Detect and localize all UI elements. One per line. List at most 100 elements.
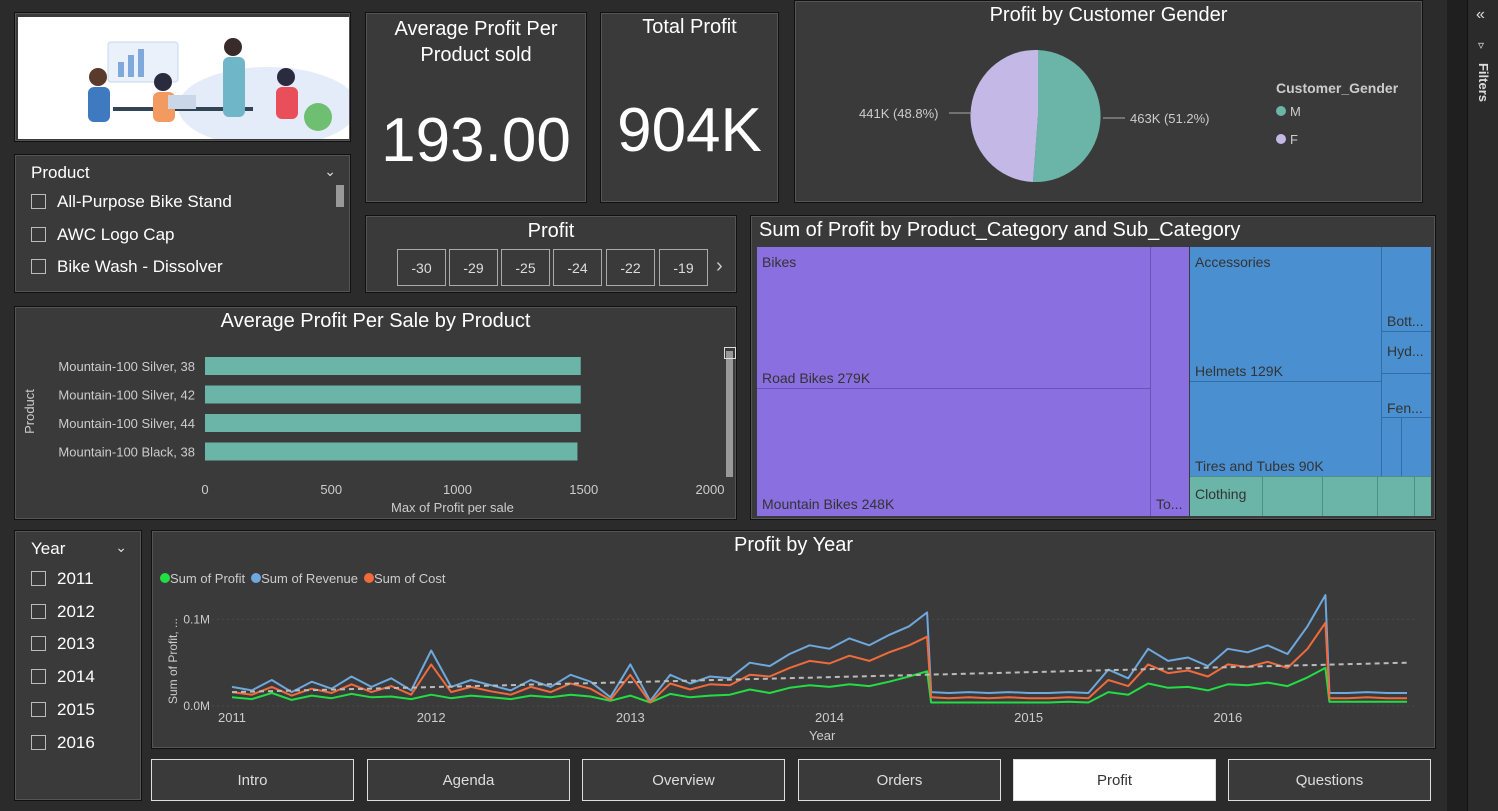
collapse-icon[interactable]: « bbox=[1476, 6, 1485, 24]
product-label: AWC Logo Cap bbox=[57, 225, 175, 244]
year-label: 2011 bbox=[57, 569, 94, 588]
profit-value-button[interactable]: -25 bbox=[501, 249, 550, 286]
nav-button-orders[interactable]: Orders bbox=[798, 759, 1001, 801]
treemap-bottles-label: Bott... bbox=[1387, 313, 1424, 329]
product-slicer: Product ⌄ All-Purpose Bike Stand AWC Log… bbox=[14, 154, 351, 293]
year-slicer-title: Year bbox=[31, 539, 66, 558]
treemap-helmets[interactable]: Accessories Helmets 129K bbox=[1190, 247, 1381, 382]
x-tick-label: 2016 bbox=[1213, 710, 1242, 725]
x-tick-label: 1000 bbox=[443, 482, 472, 497]
bar[interactable] bbox=[205, 357, 581, 375]
legend-dot-f bbox=[1276, 134, 1286, 144]
year-label: 2016 bbox=[57, 733, 95, 752]
year-slicer: Year ⌄ 2011 2012 2013 2014 2015 2016 bbox=[14, 530, 142, 801]
avg-profit-value: 193.00 bbox=[381, 106, 571, 175]
y-tick-label: 0.1M bbox=[183, 612, 210, 626]
x-tick-label: 2000 bbox=[696, 482, 725, 497]
bar-category-label: Mountain-100 Silver, 44 bbox=[58, 416, 195, 431]
year-label: 2013 bbox=[57, 634, 95, 653]
total-profit-title: Total Profit bbox=[642, 16, 737, 38]
filters-label: Filters bbox=[1476, 62, 1492, 103]
avg-profit-card: Average Profit Per Product sold 193.00 bbox=[365, 12, 587, 203]
bar-chart-card: Average Profit Per Sale by Product Produ… bbox=[14, 306, 737, 520]
year-checkbox[interactable] bbox=[31, 702, 46, 717]
chevron-down-icon[interactable]: ⌄ bbox=[324, 163, 336, 180]
treemap-touring-label: To... bbox=[1156, 496, 1183, 512]
treemap-bikes-label: Bikes bbox=[762, 254, 797, 270]
treemap-clothing-label: Clothing bbox=[1195, 486, 1247, 502]
profit-value-button[interactable]: -29 bbox=[449, 249, 498, 286]
nav-button-overview[interactable]: Overview bbox=[582, 759, 785, 801]
product-checkbox[interactable] bbox=[31, 227, 46, 242]
series-line[interactable] bbox=[231, 666, 1407, 704]
gender-pie-svg bbox=[949, 49, 1125, 183]
profit-slicer-title: Profit bbox=[527, 220, 575, 242]
year-checkbox[interactable] bbox=[31, 571, 46, 586]
treemap-clothing-divider bbox=[1262, 477, 1263, 516]
treemap-clothing[interactable]: Clothing bbox=[1190, 476, 1431, 516]
bar[interactable] bbox=[205, 385, 581, 404]
filters-pane[interactable]: « ▿ Filters bbox=[1467, 0, 1498, 811]
profit-value-button[interactable]: -22 bbox=[606, 249, 655, 286]
nav-button-intro[interactable]: Intro bbox=[151, 759, 354, 801]
treemap-card: Sum of Profit by Product_Category and Su… bbox=[750, 215, 1436, 520]
treemap-helmets-label: Helmets 129K bbox=[1195, 363, 1283, 379]
line-chart-svg: 0.1M 0.0M 2011 2012 2013 2014 2015 2016 bbox=[183, 594, 1417, 725]
treemap-other-accessory[interactable] bbox=[1381, 418, 1401, 476]
chevron-right-icon[interactable]: › bbox=[716, 255, 723, 278]
product-label: Bike Wash - Dissolver bbox=[57, 257, 223, 276]
x-tick-label: 1500 bbox=[569, 482, 598, 497]
bar-category-label: Mountain-100 Black, 38 bbox=[58, 445, 195, 460]
treemap-touring[interactable]: To... bbox=[1150, 247, 1189, 516]
chevron-down-icon[interactable]: ⌄ bbox=[115, 539, 127, 556]
treemap-bottles[interactable]: Bott... bbox=[1381, 247, 1431, 332]
legend-label-m: M bbox=[1290, 104, 1301, 119]
x-tick-label: 0 bbox=[201, 482, 208, 497]
treemap-fenders[interactable]: Fen... bbox=[1381, 374, 1431, 418]
nav-button-questions[interactable]: Questions bbox=[1228, 759, 1431, 801]
treemap-tires[interactable]: Tires and Tubes 90K bbox=[1190, 382, 1381, 476]
year-checkbox[interactable] bbox=[31, 636, 46, 651]
nav-button-profit[interactable]: Profit bbox=[1013, 759, 1216, 801]
nav-button-agenda[interactable]: Agenda bbox=[367, 759, 570, 801]
x-tick-label: 2013 bbox=[616, 710, 645, 725]
pie-slice-f bbox=[970, 49, 1038, 182]
bar[interactable] bbox=[205, 442, 578, 461]
product-checkbox[interactable] bbox=[31, 259, 46, 274]
year-label: 2014 bbox=[57, 667, 95, 686]
team-illustration bbox=[18, 17, 349, 139]
avg-profit-title: Average Profit Per Product sold bbox=[394, 18, 558, 66]
legend-item-m[interactable]: M bbox=[1276, 104, 1301, 119]
year-checkbox[interactable] bbox=[31, 735, 46, 750]
bar-category-label: Mountain-100 Silver, 42 bbox=[58, 388, 195, 403]
bar-chart-svg: Mountain-100 Silver, 38 Mountain-100 Silv… bbox=[58, 357, 725, 497]
series-line[interactable] bbox=[231, 621, 1407, 704]
treemap-mountain-bikes[interactable]: Mountain Bikes 248K bbox=[757, 389, 1150, 516]
product-slicer-title: Product bbox=[31, 163, 90, 182]
treemap-road-bikes[interactable]: Bikes Road Bikes 279K bbox=[757, 247, 1150, 389]
legend-label-f: F bbox=[1290, 132, 1298, 147]
profit-value-button[interactable]: -24 bbox=[553, 249, 602, 286]
total-profit-value: 904K bbox=[617, 96, 762, 165]
legend-item-f[interactable]: F bbox=[1276, 132, 1298, 147]
profit-value-button[interactable]: -30 bbox=[397, 249, 446, 286]
x-tick-label: 2011 bbox=[218, 710, 246, 725]
treemap-hydration[interactable]: Hyd... bbox=[1381, 332, 1431, 374]
year-checkbox[interactable] bbox=[31, 669, 46, 684]
product-checkbox[interactable] bbox=[31, 194, 46, 209]
canvas-scrollbar[interactable] bbox=[1447, 0, 1467, 811]
gender-chart-card: Profit by Customer Gender 441K (48.8%) 4… bbox=[794, 0, 1423, 203]
treemap-title: Sum of Profit by Product_Category and Su… bbox=[759, 219, 1241, 241]
bar[interactable] bbox=[205, 414, 581, 432]
treemap-other-accessory[interactable] bbox=[1401, 418, 1431, 476]
x-tick-label: 2014 bbox=[815, 710, 844, 725]
profit-value-button[interactable]: -19 bbox=[659, 249, 708, 286]
year-checkbox[interactable] bbox=[31, 604, 46, 619]
x-tick-label: 2015 bbox=[1014, 710, 1043, 725]
legend-dot-m bbox=[1276, 106, 1286, 116]
product-scrollbar[interactable] bbox=[336, 185, 344, 207]
focus-mode-icon[interactable] bbox=[724, 347, 736, 359]
treemap-tires-label: Tires and Tubes 90K bbox=[1195, 458, 1324, 474]
treemap-clothing-divider bbox=[1377, 477, 1378, 516]
bar-chart-scrollbar[interactable] bbox=[726, 351, 733, 477]
